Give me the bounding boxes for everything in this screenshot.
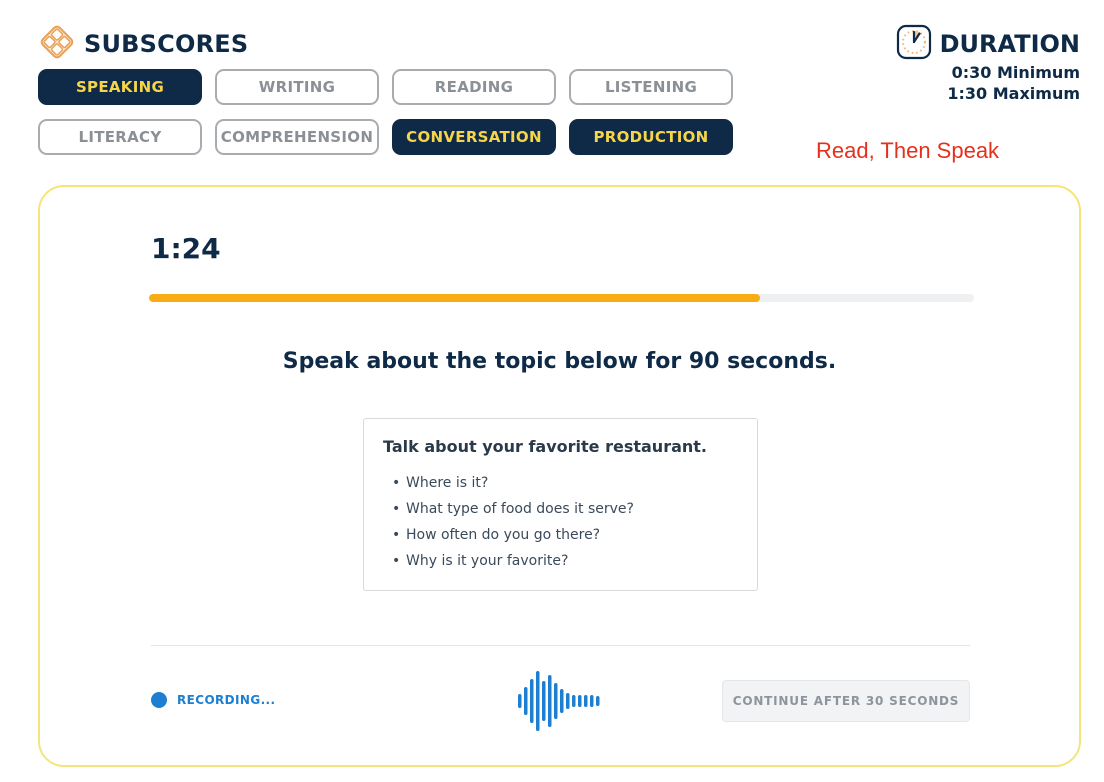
list-item: What type of food does it serve? (392, 496, 738, 522)
section-name: Read, Then Speak (816, 138, 1000, 163)
chip-comprehension[interactable]: COMPREHENSION (215, 119, 379, 155)
diamond-grid-icon (38, 23, 76, 65)
divider (151, 645, 970, 646)
question-card: 1:24 Speak about the topic below for 90 … (38, 185, 1081, 767)
subscores-title: SUBSCORES (84, 30, 249, 58)
list-item: Why is it your favorite? (392, 548, 738, 574)
topic-title: Talk about your favorite restaurant. (383, 437, 707, 456)
waveform-icon (518, 669, 602, 737)
continue-button[interactable]: CONTINUE AFTER 30 SECONDS (722, 680, 970, 722)
topic-list: Where is it? What type of food does it s… (383, 470, 738, 574)
chip-listening[interactable]: LISTENING (569, 69, 733, 105)
chip-reading[interactable]: READING (392, 69, 556, 105)
progress-bar (149, 294, 974, 302)
duration-maximum: 1:30 Maximum (947, 84, 1080, 103)
chip-production[interactable]: PRODUCTION (569, 119, 733, 155)
recording-dot-icon (151, 692, 167, 708)
recording-label: RECORDING... (177, 693, 276, 707)
chip-speaking[interactable]: SPEAKING (38, 69, 202, 105)
subscores-heading: SUBSCORES (38, 23, 249, 65)
clock-icon (896, 24, 932, 64)
recording-indicator: RECORDING... (151, 692, 275, 708)
chip-literacy[interactable]: LITERACY (38, 119, 202, 155)
duration-title: DURATION (939, 30, 1080, 58)
list-item: How often do you go there? (392, 522, 738, 548)
progress-fill (149, 294, 760, 302)
duration-minimum: 0:30 Minimum (951, 63, 1080, 82)
list-item: Where is it? (392, 470, 738, 496)
countdown-timer: 1:24 (151, 232, 221, 265)
duration-panel: DURATION 0:30 Minimum 1:30 Maximum (896, 24, 1080, 104)
chip-conversation[interactable]: CONVERSATION (392, 119, 556, 155)
topic-box: Talk about your favorite restaurant. Whe… (363, 418, 758, 591)
chip-writing[interactable]: WRITING (215, 69, 379, 105)
question-prompt: Speak about the topic below for 90 secon… (282, 349, 837, 374)
